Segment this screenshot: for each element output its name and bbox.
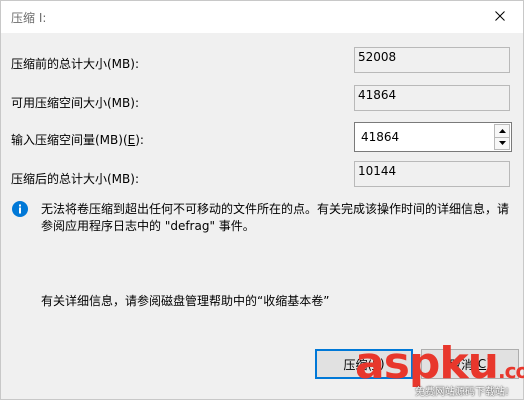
stepper-down-button[interactable]	[494, 137, 510, 150]
shrink-amount-input[interactable]	[355, 123, 493, 151]
cancel-button-accesskey: C	[477, 357, 487, 371]
info-icon	[12, 201, 28, 217]
total-after-value: 10144	[354, 161, 510, 187]
triangle-down-icon	[498, 141, 506, 146]
total-before-label: 压缩前的总计大小(MB):	[11, 57, 139, 71]
shrink-button-prefix: 压缩(	[343, 357, 373, 372]
help-link-text: 有关详细信息，请参阅磁盘管理帮助中的“收缩基本卷”	[41, 294, 330, 308]
title-bar: 压缩 I:	[1, 1, 523, 33]
shrink-amount-label: 输入压缩空间量(MB)(E):	[11, 131, 144, 148]
available-space-label: 可用压缩空间大小(MB):	[11, 96, 139, 110]
shrink-button-suffix: )	[379, 357, 385, 371]
close-button[interactable]	[477, 1, 523, 31]
shrink-button[interactable]: 压缩(S)	[315, 349, 413, 379]
shrink-amount-stepper	[354, 122, 512, 152]
total-before-value: 52008	[354, 47, 510, 73]
stepper-buttons	[494, 124, 510, 150]
close-icon	[495, 11, 505, 21]
shrink-dialog: 压缩 I: 压缩前的总计大小(MB): 52008 可用压缩空间大小(MB): …	[0, 0, 524, 400]
shrink-amount-label-prefix: 输入压缩空间量(MB)(	[11, 133, 128, 147]
shrink-amount-label-suffix: ):	[135, 133, 144, 147]
cancel-button-prefix: 取消(	[449, 357, 478, 372]
cancel-button-suffix: )	[486, 357, 491, 371]
available-space-value: 41864	[354, 85, 510, 111]
watermark-tagline: 免费网站源码下载站!	[415, 387, 510, 398]
cancel-button[interactable]: 取消(C)	[421, 349, 519, 379]
info-message: 无法将卷压缩到超出任何不可移动的文件所在的点。有关完成该操作时间的详细信息，请参…	[41, 202, 510, 233]
triangle-up-icon	[498, 128, 506, 133]
window-title: 压缩 I:	[11, 11, 47, 25]
total-after-label: 压缩后的总计大小(MB):	[11, 172, 139, 186]
shrink-button-accesskey: S	[372, 357, 380, 371]
stepper-up-button[interactable]	[494, 124, 510, 138]
